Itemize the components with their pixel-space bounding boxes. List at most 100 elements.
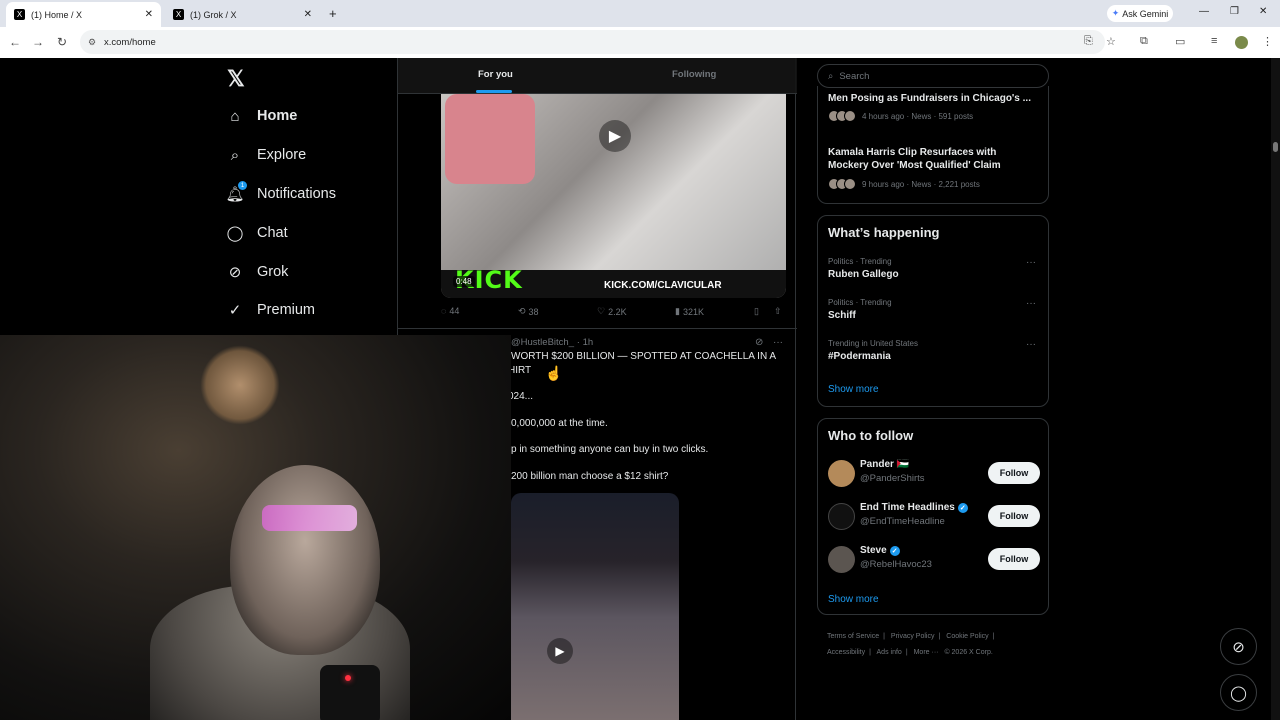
chat-icon: ◯ (1230, 684, 1247, 702)
bell-icon: 🔔︎ 1 (225, 181, 247, 203)
restore-icon[interactable]: ❐ (1230, 6, 1239, 17)
post-line: p in something anyone can buy in two cli… (511, 444, 709, 455)
grok-fab-button[interactable]: ⊘ (1220, 628, 1257, 665)
share-icon[interactable]: ⇧ (774, 306, 782, 317)
more-icon[interactable]: ··· (1026, 257, 1036, 268)
post-line: 0,000,000 at the time. (511, 417, 608, 429)
account-handle: @PanderShirts (860, 473, 925, 484)
webcam-lamp (200, 345, 280, 425)
tab-title: (1) Home / X (31, 9, 83, 20)
account-name: Steve ✓ (860, 545, 900, 556)
more-icon[interactable]: ··· (773, 336, 783, 350)
section-title: What’s happening (828, 225, 940, 240)
bookmark-star-icon[interactable]: ☆ (1106, 35, 1116, 48)
tab-title: (1) Grok / X (190, 9, 237, 20)
x-favicon-icon: X (14, 9, 25, 20)
forward-icon[interactable]: → (32, 35, 44, 49)
reply-button[interactable]: ◌ 44 (441, 306, 459, 316)
footer-link[interactable]: Cookie Policy (946, 633, 988, 640)
video-duration: 0:48 (453, 276, 475, 287)
trend-name[interactable]: Schiff (828, 310, 856, 321)
whats-happening-box: What’s happening Politics · Trending Rub… (817, 215, 1049, 407)
trend-name[interactable]: Ruben Gallego (828, 269, 899, 280)
avatar (828, 546, 855, 573)
post-handle[interactable]: @HustleBitch_ (511, 337, 574, 348)
extensions-icon[interactable]: ⧉ (1140, 35, 1148, 48)
address-bar[interactable]: ⚙ x.com/home (80, 30, 1105, 54)
sidepanel-icon[interactable]: ▭ (1175, 35, 1185, 48)
page-scrollbar[interactable] (1271, 58, 1280, 720)
repost-button[interactable]: ⟲ 38 (518, 306, 539, 317)
trend-title[interactable]: Kamala Harris Clip Resurfaces with Mocke… (828, 146, 1038, 172)
verified-icon: ✓ (957, 502, 968, 513)
trend-title[interactable]: Men Posing as Fundraisers in Chicago's .… (828, 92, 1038, 105)
tab-indicator (476, 90, 512, 93)
section-title: Who to follow (828, 428, 914, 443)
post-video[interactable]: ▶ KICK 0:48 KICK.COM/CLAVICULAR (441, 94, 786, 298)
views-icon: ▮ (675, 306, 680, 316)
grok-icon[interactable]: ⊘ (755, 336, 763, 350)
bookmark-icon[interactable]: ▯ (754, 306, 759, 317)
post-video[interactable]: ▶ (511, 493, 679, 720)
avatar-stack (828, 178, 856, 190)
nav-explore[interactable]: ⌕ Explore (226, 143, 306, 167)
footer-link[interactable]: Accessibility (827, 649, 865, 656)
media-icon[interactable]: ≡ (1211, 35, 1217, 47)
x-logo-icon[interactable]: 𝕏 (227, 66, 245, 92)
ask-gemini-button[interactable]: ✦ Ask Gemini (1107, 5, 1173, 22)
search-icon: ⌕ (230, 146, 240, 164)
footer-link[interactable]: Terms of Service (827, 633, 879, 640)
chat-fab-button[interactable]: ◯ (1220, 674, 1257, 711)
follow-button[interactable]: Follow (988, 462, 1040, 484)
close-tab-icon[interactable]: ✕ (304, 9, 312, 20)
copyright: © 2026 X Corp. (944, 649, 993, 656)
notification-badge: 1 (238, 181, 247, 190)
tab-following[interactable]: Following (672, 69, 716, 80)
footer-link[interactable]: More ··· (914, 649, 939, 656)
tab-for-you[interactable]: For you (478, 69, 513, 80)
follow-suggestion[interactable]: Steve ✓ @RebelHavoc23 Follow (828, 544, 1040, 574)
footer-link[interactable]: Privacy Policy (891, 633, 935, 640)
post-actions: ◌ 44 ⟲ 38 ♡ 2.2K ▮ 321K ▯ ⇧ (441, 306, 786, 320)
trend-name[interactable]: #Podermania (828, 351, 891, 362)
follow-suggestion[interactable]: Pander 🇵🇸 @PanderShirts Follow (828, 458, 1040, 488)
close-tab-icon[interactable]: ✕ (145, 9, 153, 20)
nav-home[interactable]: ⌂ Home (226, 104, 297, 128)
follow-suggestion[interactable]: End Time Headlines ✓ @EndTimeHeadline Fol… (828, 501, 1040, 531)
mouse-cursor-icon: ☝ (545, 365, 563, 381)
scrollbar-thumb[interactable] (1273, 142, 1278, 152)
views-button[interactable]: ▮ 321K (675, 306, 704, 317)
site-info-icon[interactable]: ⚙ (88, 37, 96, 48)
like-button[interactable]: ♡ 2.2K (597, 306, 627, 317)
new-tab-button[interactable]: + (329, 6, 337, 21)
nav-premium[interactable]: ✓ Premium (226, 298, 315, 322)
install-icon[interactable]: ⎘ (1084, 35, 1093, 48)
webcam-glasses (262, 505, 357, 531)
play-icon[interactable]: ▶ (547, 638, 573, 664)
show-more-link[interactable]: Show more (828, 384, 879, 395)
footer-link[interactable]: Ads info (877, 649, 902, 656)
nav-grok[interactable]: ⊘ Grok (226, 260, 289, 284)
search-icon: ⌕ (828, 70, 834, 82)
back-icon[interactable]: ← (9, 35, 21, 49)
heart-icon: ♡ (597, 306, 606, 316)
verified-icon: ✓ (889, 545, 900, 556)
nav-chat[interactable]: ◯ Chat (226, 221, 288, 245)
window-close-icon[interactable]: ✕ (1259, 6, 1267, 17)
profile-avatar[interactable] (1235, 36, 1248, 49)
more-icon[interactable]: ··· (1026, 339, 1036, 350)
tab-grok[interactable]: X (1) Grok / X ✕ (165, 2, 320, 27)
tab-home[interactable]: X (1) Home / X ✕ (6, 2, 161, 27)
more-icon[interactable]: ··· (1026, 298, 1036, 309)
follow-button[interactable]: Follow (988, 505, 1040, 527)
reload-icon[interactable]: ↻ (57, 35, 67, 49)
play-icon[interactable]: ▶ (599, 120, 631, 152)
show-more-link[interactable]: Show more (828, 594, 879, 605)
search-input[interactable]: ⌕ Search (817, 64, 1049, 88)
nav-notifications[interactable]: 🔔︎ 1 Notifications (225, 181, 336, 206)
who-to-follow-box: Who to follow Pander 🇵🇸 @PanderShirts Fo… (817, 418, 1049, 615)
menu-icon[interactable]: ⋮ (1262, 35, 1273, 48)
trend-meta: 4 hours ago · News · 591 posts (828, 110, 973, 122)
follow-button[interactable]: Follow (988, 548, 1040, 570)
minimize-icon[interactable]: — (1199, 6, 1209, 17)
